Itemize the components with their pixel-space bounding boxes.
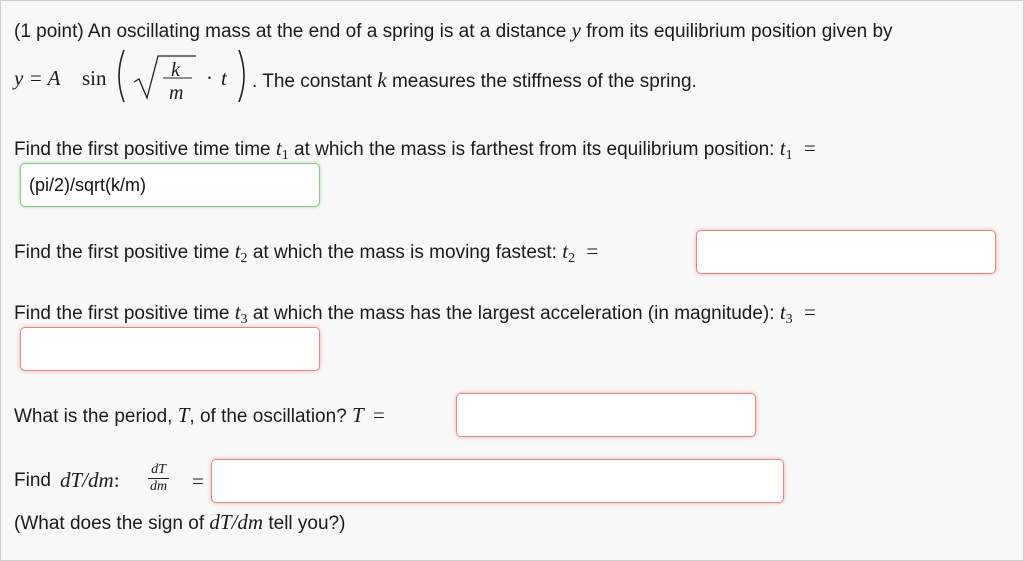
q5-var-text: dT/dm [60, 468, 114, 492]
q4-text2: , of the oscillation? [189, 406, 347, 427]
after-eq-text: . The constant [252, 71, 373, 92]
q1-text: Find the first positive time time [14, 139, 271, 160]
question-1: Find the first positive time time t1 at … [14, 136, 816, 164]
question-4: What is the period, T, of the oscillatio… [14, 403, 385, 428]
equation-lhs: y = A [14, 66, 61, 90]
question-2: Find the first positive time t2 at which… [14, 239, 598, 267]
equation-parens-sqrt [118, 49, 245, 103]
q3-text2: at which the mass has the largest accele… [252, 303, 775, 324]
q3-var: t3 [235, 300, 248, 327]
q1-var: t1 [276, 136, 289, 163]
q2-text2: at which the mass is moving fastest: [252, 242, 557, 263]
q2-var: t2 [235, 239, 248, 266]
q5-text: Find [14, 470, 51, 491]
q5-equals: = [192, 469, 204, 493]
equation-dot: · [206, 66, 213, 90]
equation-sin: sin [82, 66, 107, 90]
q4-equals: = [373, 403, 385, 427]
intro-end: from its equilibrium position given by [586, 21, 893, 42]
q4-text: What is the period, [14, 406, 173, 427]
q1-sub: 1 [281, 148, 289, 163]
q4-lhs: T [352, 403, 364, 427]
equation-tail: . The constant k measures the stiffness … [252, 68, 697, 93]
q1-lhs-sub: 1 [785, 148, 793, 163]
q3-lhs: t3 [780, 300, 793, 327]
q5-note-var: dT/dm [209, 510, 264, 534]
answer-t1-input[interactable]: (pi/2)/sqrt(k/m) [20, 163, 320, 207]
q3-equals: = [803, 300, 816, 324]
q5-var: dT/dm: [60, 468, 120, 493]
answer-t1-value: (pi/2)/sqrt(k/m) [29, 174, 146, 195]
q4-var: T [177, 403, 190, 427]
q2-lhs: t2 [562, 239, 576, 266]
answer-dtdm-input[interactable] [211, 459, 784, 503]
q5-note-post: tell you?) [268, 513, 346, 534]
q5-frac-den: dm [150, 479, 168, 494]
q5-note-pre: (What does the sign of [14, 513, 205, 534]
q3-text: Find the first positive time [14, 303, 230, 324]
equation-den: m [169, 82, 184, 104]
answer-t3-input[interactable] [20, 327, 320, 371]
after-k-text: measures the stiffness of the spring. [391, 71, 697, 92]
q3-sub: 3 [240, 312, 248, 327]
q1-equals: = [803, 136, 816, 160]
answer-period-input[interactable] [456, 393, 756, 437]
q3-lhs-sub: 3 [785, 312, 793, 327]
q2-sub: 2 [240, 251, 248, 266]
q1-text2: at which the mass is farthest from its e… [294, 139, 775, 160]
q5-frac-num: dT [148, 462, 170, 479]
equation-t: t [221, 66, 227, 90]
intro-text: (1 point) An oscillating mass at the end… [14, 21, 567, 42]
q2-lhs-sub: 2 [568, 251, 576, 266]
intro-var: y [571, 18, 581, 42]
equation-num: k [171, 59, 180, 81]
k-var: k [377, 68, 387, 92]
question-3: Find the first positive time t3 at which… [14, 300, 816, 328]
q5-fraction: dT dm [148, 462, 170, 495]
q5-colon: : [113, 468, 120, 492]
q2-equals: = [586, 239, 599, 263]
q1-lhs: t1 [780, 136, 793, 163]
q5-note: (What does the sign of dT/dm tell you?) [14, 510, 345, 535]
answer-t2-input[interactable] [696, 230, 996, 274]
problem-intro: (1 point) An oscillating mass at the end… [14, 18, 893, 43]
q2-text: Find the first positive time [14, 242, 230, 263]
